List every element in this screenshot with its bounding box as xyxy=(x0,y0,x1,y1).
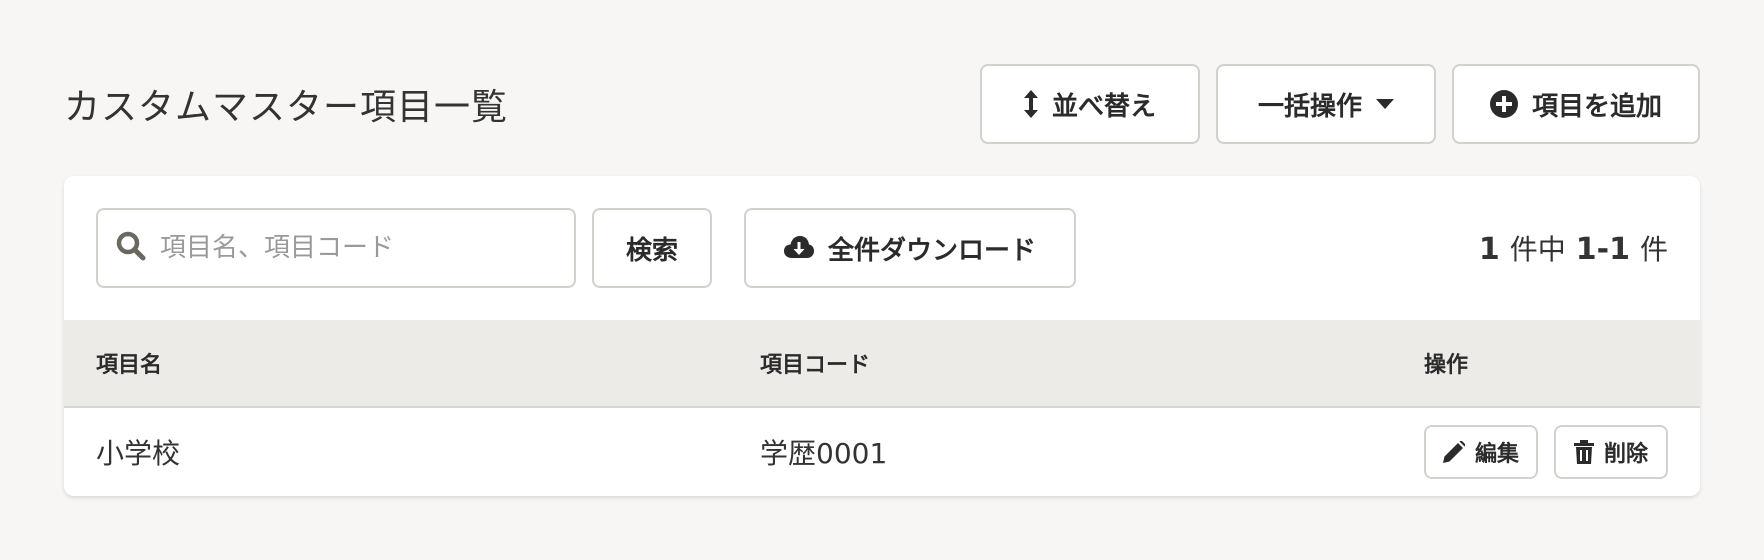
search-field[interactable] xyxy=(96,208,576,288)
edit-button-label: 編集 xyxy=(1474,442,1519,467)
sort-button[interactable]: 並べ替え xyxy=(980,64,1200,144)
column-header-name: 項目名 xyxy=(96,353,163,378)
page-header: カスタムマスター項目一覧 並べ替え 一括操作 項目を追加 xyxy=(64,64,1700,144)
pencil-icon xyxy=(1442,441,1465,463)
search-input[interactable] xyxy=(160,233,556,263)
plus-circle-icon xyxy=(1489,90,1518,118)
result-range-suffix: 件 xyxy=(1639,233,1668,266)
caret-down-icon xyxy=(1376,99,1394,109)
sort-vertical-icon xyxy=(1023,90,1038,118)
search-toolbar: 検索 全件ダウンロード 1 件中 1-1 件 xyxy=(96,208,1668,288)
search-button[interactable]: 検索 xyxy=(592,208,712,288)
delete-button-label: 削除 xyxy=(1603,442,1648,467)
add-item-button[interactable]: 項目を追加 xyxy=(1452,64,1700,144)
download-all-button[interactable]: 全件ダウンロード xyxy=(744,208,1076,288)
result-count: 1 件中 1-1 件 xyxy=(1479,228,1668,268)
header-actions: 並べ替え 一括操作 項目を追加 xyxy=(980,64,1700,144)
bulk-actions-button[interactable]: 一括操作 xyxy=(1216,64,1436,144)
column-header-code: 項目コード xyxy=(760,353,871,378)
search-icon xyxy=(116,231,146,265)
edit-button[interactable]: 編集 xyxy=(1424,425,1538,479)
page-title: カスタムマスター項目一覧 xyxy=(64,87,509,128)
sort-button-label: 並べ替え xyxy=(1051,91,1156,122)
column-header-actions: 操作 xyxy=(1424,353,1469,378)
delete-button[interactable]: 削除 xyxy=(1554,425,1668,479)
trash-icon xyxy=(1573,440,1594,464)
item-list-card: 検索 全件ダウンロード 1 件中 1-1 件 項目名 項目コ xyxy=(64,176,1700,496)
result-total-suffix: 件中 xyxy=(1509,233,1566,266)
download-all-label: 全件ダウンロード xyxy=(827,235,1036,266)
table-row: 小学校 学歴0001 編集 削除 xyxy=(64,408,1700,496)
page: カスタムマスター項目一覧 並べ替え 一括操作 項目を追加 項目名、項目コード 検… xyxy=(0,0,1764,560)
row-item-name: 小学校 xyxy=(96,437,181,470)
add-item-label: 項目を追加 xyxy=(1531,91,1662,122)
row-actions: 編集 削除 xyxy=(1424,425,1668,479)
row-item-code: 学歴0001 xyxy=(760,437,888,470)
result-total: 1 xyxy=(1478,232,1500,267)
cloud-download-icon xyxy=(783,236,814,260)
result-range: 1-1 xyxy=(1575,232,1630,267)
bulk-actions-label: 一括操作 xyxy=(1257,91,1362,122)
table-header: 項目名 項目コード 操作 xyxy=(64,320,1700,408)
